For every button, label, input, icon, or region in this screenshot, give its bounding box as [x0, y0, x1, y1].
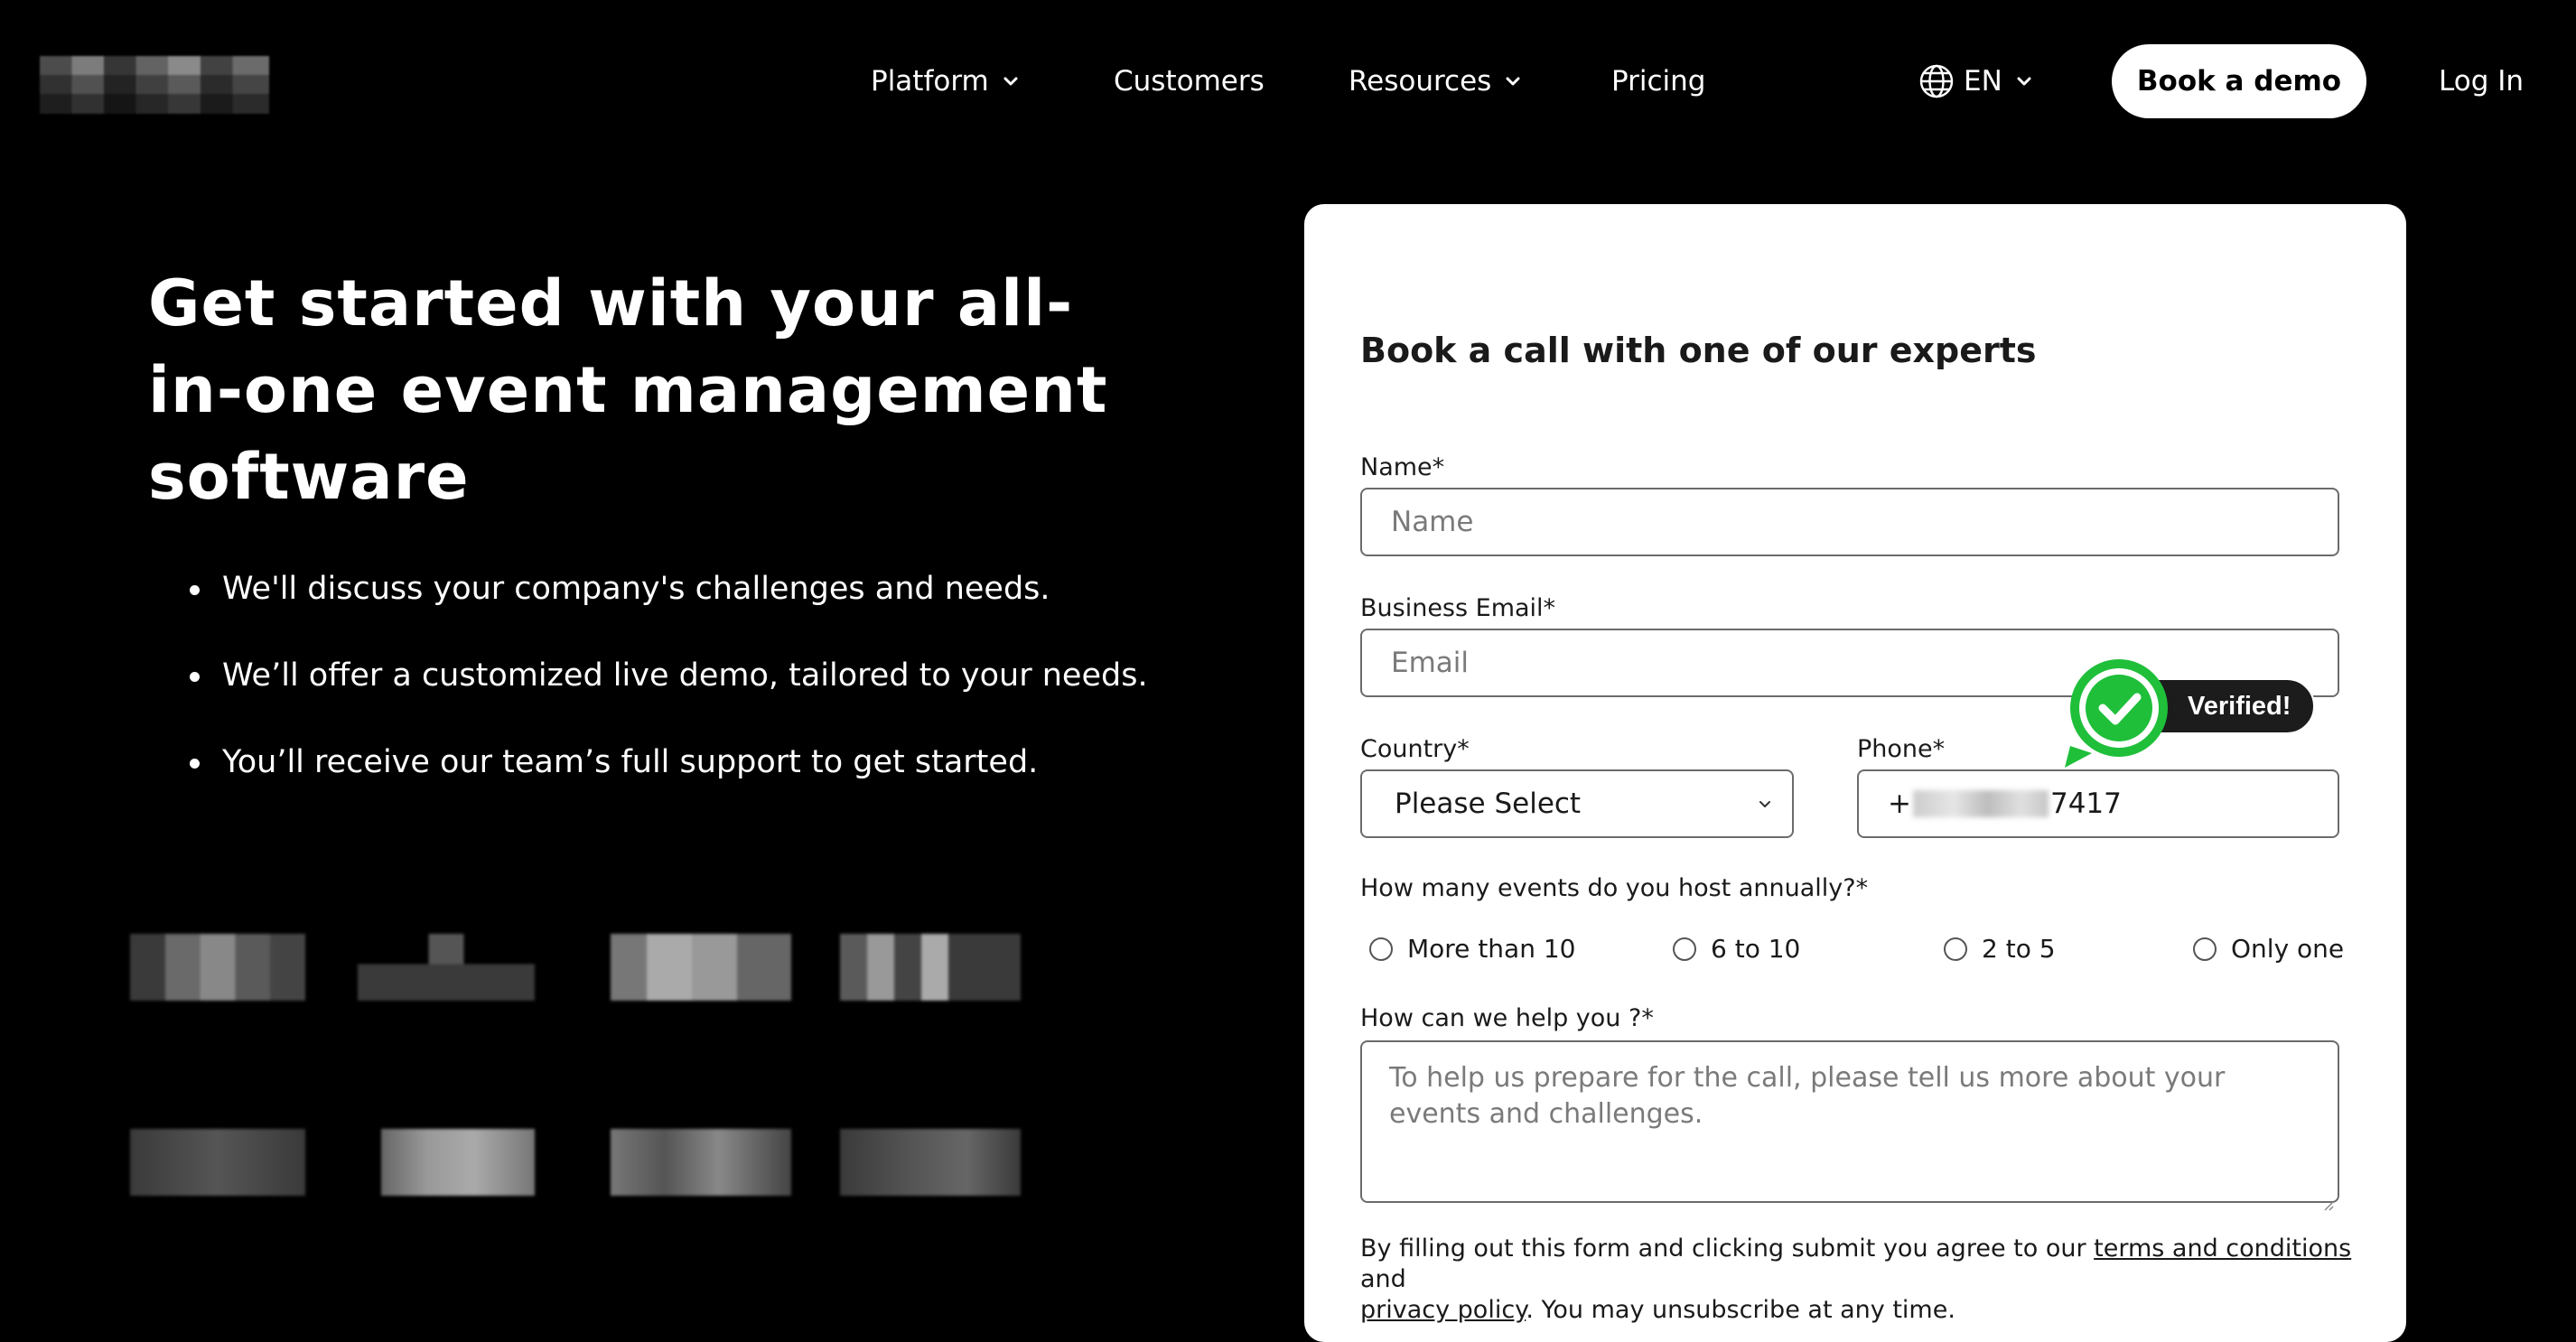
email-label: Business Email*	[1360, 594, 1556, 622]
login-label: Log In	[2439, 65, 2525, 98]
nav-platform[interactable]: Platform	[871, 60, 1020, 103]
country-label: Country*	[1360, 735, 1470, 763]
chevron-down-icon	[1504, 72, 1522, 90]
events-question-label: How many events do you host annually?*	[1360, 874, 1869, 902]
radio-circle[interactable]	[1944, 937, 1967, 961]
benefit-item: You’ll receive our team’s full support t…	[190, 742, 1183, 829]
radio-circle[interactable]	[2193, 937, 2217, 961]
nav-resources-label: Resources	[1349, 65, 1492, 98]
benefit-item: We’ll offer a customized live demo, tail…	[190, 656, 1183, 742]
language-label: EN	[1964, 65, 2002, 98]
help-placeholder: To help us prepare for the call, please …	[1389, 1062, 2226, 1130]
chevron-down-icon	[1756, 795, 1774, 813]
redacted-phone-digits	[1912, 790, 2049, 817]
nav-customers[interactable]: Customers	[1114, 60, 1265, 103]
events-radio-group: More than 10 6 to 10 2 to 5 Only one	[1369, 934, 2363, 970]
radio-2-to-5[interactable]: 2 to 5	[1944, 934, 2056, 964]
country-select-value: Please Select	[1395, 787, 1582, 820]
radio-label: Only one	[2231, 934, 2345, 964]
radio-circle[interactable]	[1673, 937, 1696, 961]
phone-input[interactable]: + 7417	[1857, 769, 2339, 838]
benefit-list: We'll discuss your company's challenges …	[190, 569, 1183, 829]
help-label: How can we help you ?*	[1360, 1004, 1654, 1032]
radio-only-one[interactable]: Only one	[2193, 934, 2344, 964]
name-input[interactable]	[1360, 488, 2339, 556]
globe-icon	[1918, 63, 1955, 99]
chevron-down-icon	[1002, 72, 1020, 90]
privacy-link[interactable]: privacy policy	[1360, 1296, 1526, 1324]
radio-circle[interactable]	[1369, 937, 1393, 961]
booking-form-card: Book a call with one of our experts Name…	[1304, 204, 2406, 1342]
nav-resources[interactable]: Resources	[1349, 60, 1522, 103]
help-textarea[interactable]: To help us prepare for the call, please …	[1360, 1040, 2339, 1211]
resize-handle-icon[interactable]	[2321, 1185, 2334, 1211]
language-selector[interactable]: EN	[1918, 60, 2033, 103]
radio-more-than-10[interactable]: More than 10	[1369, 934, 1575, 964]
company-logo[interactable]	[40, 56, 269, 114]
terms-link[interactable]: terms and conditions	[2094, 1235, 2351, 1263]
hero-title: Get started with your all-in-one event m…	[148, 266, 1108, 514]
radio-6-to-10[interactable]: 6 to 10	[1673, 934, 1800, 964]
verified-badge: Verified!	[2061, 656, 2323, 769]
nav-pricing-label: Pricing	[1611, 65, 1706, 98]
book-demo-button[interactable]: Book a demo	[2112, 44, 2366, 118]
phone-prefix: +	[1888, 787, 1911, 820]
chevron-down-icon	[2015, 72, 2033, 90]
client-logo	[611, 934, 791, 1001]
radio-label: More than 10	[1407, 934, 1576, 964]
benefit-item: We'll discuss your company's challenges …	[190, 569, 1183, 656]
legal-suffix: . You may unsubscribe at any time.	[1526, 1296, 1955, 1324]
client-logo	[840, 934, 1021, 1001]
legal-and: and	[1360, 1265, 1406, 1293]
form-title: Book a call with one of our experts	[1360, 331, 2037, 370]
country-select[interactable]: Please Select	[1360, 769, 1794, 838]
legal-prefix: By filling out this form and clicking su…	[1360, 1235, 2095, 1263]
nav-customers-label: Customers	[1114, 65, 1265, 98]
name-label: Name*	[1360, 453, 1445, 481]
radio-label: 2 to 5	[1982, 934, 2056, 964]
top-navigation: Platform Customers Resources Pricing EN …	[0, 0, 2576, 163]
client-logo	[130, 1129, 305, 1196]
nav-platform-label: Platform	[871, 65, 989, 98]
radio-label: 6 to 10	[1711, 934, 1801, 964]
verified-label: Verified!	[2188, 692, 2291, 721]
phone-label: Phone*	[1857, 735, 1946, 763]
client-logo	[381, 1129, 535, 1196]
legal-notice: By filling out this form and clicking su…	[1360, 1234, 2354, 1326]
client-logo	[840, 1129, 1021, 1196]
client-logo	[130, 934, 305, 1001]
client-logo	[611, 1129, 791, 1196]
phone-suffix: 7417	[2049, 787, 2122, 820]
nav-pricing[interactable]: Pricing	[1611, 60, 1706, 103]
login-link[interactable]: Log In	[2439, 60, 2524, 103]
client-logo	[358, 934, 535, 1001]
